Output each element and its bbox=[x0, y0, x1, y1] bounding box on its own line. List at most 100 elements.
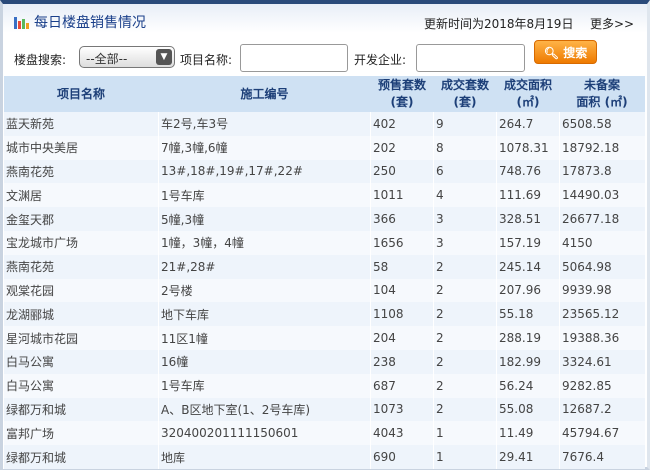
table-row: 金玺天郡 5幢,3幢 366 3 328.51 26677.18 bbox=[3, 207, 645, 231]
unfiled-area-cell: 18792.18 bbox=[559, 135, 645, 160]
sold-units-cell: 2 bbox=[433, 302, 497, 327]
construction-no-cell: 16幢 bbox=[158, 349, 371, 374]
developer-label: 开发企业: bbox=[354, 53, 407, 67]
table-row: 绿都万和城 地库 690 1 29.41 7676.4 bbox=[3, 445, 645, 469]
table-row: 燕南花苑 21#,28# 58 2 245.14 5064.98 bbox=[3, 254, 645, 279]
presale-units-cell: 250 bbox=[370, 159, 434, 184]
column-header: 未备案 面积 (㎡) bbox=[559, 76, 645, 112]
project-name-cell: 绿都万和城 bbox=[3, 445, 159, 469]
project-name-cell: 宝龙城市广场 bbox=[3, 230, 159, 255]
column-header: 施工编号 bbox=[158, 76, 371, 112]
column-header: 成交套数 (套) bbox=[433, 76, 497, 112]
sold-area-cell: 157.19 bbox=[496, 230, 560, 255]
unfiled-area-cell: 5064.98 bbox=[559, 254, 645, 279]
unfiled-area-cell: 4150 bbox=[559, 230, 645, 255]
header-line1: 成交套数 bbox=[440, 78, 489, 92]
update-time: 更新时间为2018年8月19日 bbox=[424, 17, 574, 31]
construction-no-cell: 地下车库 bbox=[158, 302, 371, 327]
presale-units-cell: 1073 bbox=[370, 397, 434, 422]
construction-no-cell: 1号车库 bbox=[158, 183, 371, 208]
construction-no-cell: 1幢，3幢，4幢 bbox=[158, 230, 371, 255]
table-row: 蓝天新苑 车2号,车3号 402 9 264.7 6508.58 bbox=[3, 112, 645, 136]
construction-no-cell: 21#,28# bbox=[158, 254, 371, 279]
sold-units-cell: 9 bbox=[433, 112, 497, 136]
header-line1: 预售套数 bbox=[377, 78, 426, 92]
building-select[interactable]: --全部-- ▼ bbox=[79, 46, 175, 68]
sold-units-cell: 2 bbox=[433, 326, 497, 350]
sold-units-cell: 3 bbox=[433, 230, 497, 255]
sold-units-cell: 2 bbox=[433, 278, 497, 303]
presale-units-cell: 238 bbox=[370, 349, 434, 374]
project-name-cell: 龙湖郦城 bbox=[3, 302, 159, 327]
unfiled-area-cell: 3324.61 bbox=[559, 349, 645, 374]
search-icon: 🔍︎ bbox=[543, 46, 560, 60]
header-line1: 施工编号 bbox=[240, 86, 289, 101]
presale-units-cell: 687 bbox=[370, 373, 434, 398]
sold-area-cell: 111.69 bbox=[496, 183, 560, 208]
search-button[interactable]: 🔍︎ 搜索 bbox=[534, 40, 597, 64]
project-name-cell: 燕南花苑 bbox=[3, 159, 159, 184]
unfiled-area-cell: 19388.36 bbox=[559, 326, 645, 350]
project-name-cell: 绿都万和城 bbox=[3, 397, 159, 422]
project-name-label: 项目名称: bbox=[180, 53, 233, 67]
construction-no-cell: 2号楼 bbox=[158, 278, 371, 303]
sold-area-cell: 1078.31 bbox=[496, 135, 560, 160]
sold-area-cell: 245.14 bbox=[496, 254, 560, 279]
sold-units-cell: 2 bbox=[433, 254, 497, 279]
project-name-cell: 文渊居 bbox=[3, 183, 159, 208]
presale-units-cell: 402 bbox=[370, 112, 434, 136]
presale-units-cell: 1656 bbox=[370, 230, 434, 255]
select-value: --全部-- bbox=[86, 52, 128, 66]
sold-units-cell: 8 bbox=[433, 135, 497, 160]
sold-units-cell: 1 bbox=[433, 445, 497, 469]
unfiled-area-cell: 12687.2 bbox=[559, 397, 645, 422]
table-row: 城市中央美居 7幢,3幢,6幢 202 8 1078.31 18792.18 bbox=[3, 135, 645, 160]
presale-units-cell: 204 bbox=[370, 326, 434, 350]
construction-no-cell: 地库 bbox=[158, 445, 371, 469]
table-row: 燕南花苑 13#,18#,19#,17#,22# 250 6 748.76 17873.8 bbox=[3, 159, 645, 184]
sold-area-cell: 55.08 bbox=[496, 397, 560, 422]
sold-units-cell: 3 bbox=[433, 207, 497, 231]
table-row: 宝龙城市广场 1幢，3幢，4幢 1656 3 157.19 4150 bbox=[3, 230, 645, 255]
project-name-cell: 蓝天新苑 bbox=[3, 112, 159, 136]
project-name-cell: 金玺天郡 bbox=[3, 207, 159, 231]
presale-units-cell: 366 bbox=[370, 207, 434, 231]
header-line2: (套) bbox=[453, 95, 477, 109]
sold-area-cell: 328.51 bbox=[496, 207, 560, 231]
panel-title: 每日楼盘销售情况 bbox=[14, 12, 146, 32]
sold-units-cell: 1 bbox=[433, 421, 497, 446]
unfiled-area-cell: 26677.18 bbox=[559, 207, 645, 231]
presale-units-cell: 104 bbox=[370, 278, 434, 303]
construction-no-cell: 11区1幢 bbox=[158, 326, 371, 350]
sold-units-cell: 2 bbox=[433, 397, 497, 422]
unfiled-area-cell: 6508.58 bbox=[559, 112, 645, 136]
project-name-input[interactable] bbox=[240, 44, 348, 72]
sold-units-cell: 6 bbox=[433, 159, 497, 184]
more-link[interactable]: 更多>> bbox=[590, 15, 634, 32]
construction-no-cell: 5幢,3幢 bbox=[158, 207, 371, 231]
sold-area-cell: 207.96 bbox=[496, 278, 560, 303]
table-row: 观棠花园 2号楼 104 2 207.96 9939.98 bbox=[3, 278, 645, 303]
header-line2: 面积 (㎡) bbox=[576, 95, 628, 109]
construction-no-cell: A、B区地下室(1、2号车库) bbox=[158, 397, 371, 422]
sold-area-cell: 288.19 bbox=[496, 326, 560, 350]
construction-no-cell: 7幢,3幢,6幢 bbox=[158, 135, 371, 160]
project-name-cell: 城市中央美居 bbox=[3, 135, 159, 160]
unfiled-area-cell: 9282.85 bbox=[559, 373, 645, 398]
developer-input[interactable] bbox=[416, 44, 525, 72]
table-row: 龙湖郦城 地下车库 1108 2 55.18 23565.12 bbox=[3, 302, 645, 327]
project-name-cell: 白马公寓 bbox=[3, 373, 159, 398]
sold-area-cell: 748.76 bbox=[496, 159, 560, 184]
presale-units-cell: 1011 bbox=[370, 183, 434, 208]
header-line2: (㎡) bbox=[516, 95, 540, 109]
column-header: 成交面积 (㎡) bbox=[496, 76, 560, 112]
sales-table: 项目名称 施工编号 预售套数 (套) 成交套数 (套) 成交面积 (㎡) 未备案 面积 (㎡) 蓝… bbox=[3, 76, 645, 469]
sold-area-cell: 29.41 bbox=[496, 445, 560, 469]
unfiled-area-cell: 17873.8 bbox=[559, 159, 645, 184]
table-row: 白马公寓 16幢 238 2 182.99 3324.61 bbox=[3, 349, 645, 374]
header-line1: 项目名称 bbox=[56, 86, 105, 101]
presale-units-cell: 58 bbox=[370, 254, 434, 279]
sold-units-cell: 2 bbox=[433, 349, 497, 374]
table-row: 白马公寓 1号车库 687 2 56.24 9282.85 bbox=[3, 373, 645, 398]
project-name-cell: 燕南花苑 bbox=[3, 254, 159, 279]
